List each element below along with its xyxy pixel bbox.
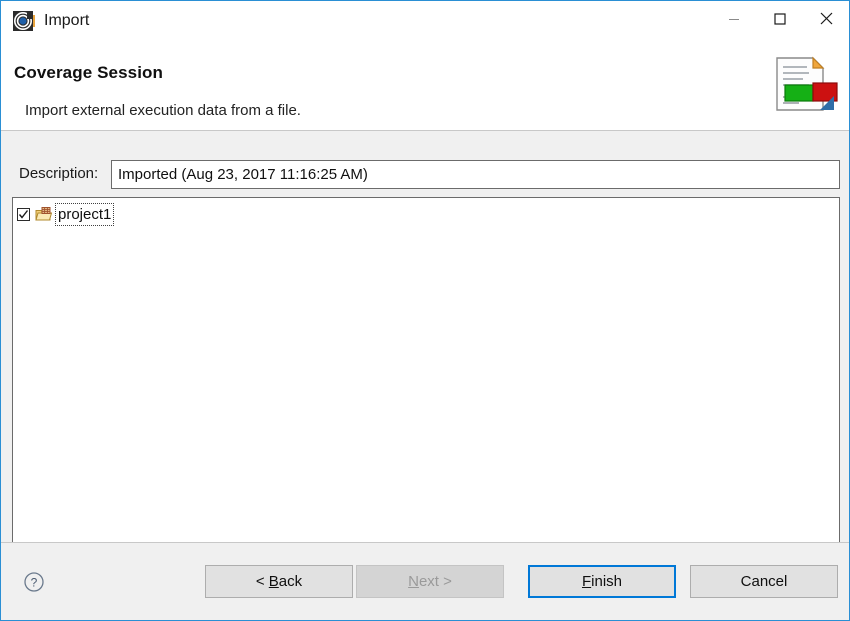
close-icon bbox=[820, 12, 833, 28]
back-label-rest: ack bbox=[279, 573, 302, 590]
page-description: Import external execution data from a fi… bbox=[25, 102, 301, 119]
back-button[interactable]: < Back bbox=[205, 565, 353, 598]
finish-label-mnemonic: F bbox=[582, 573, 591, 590]
minimize-icon bbox=[728, 13, 740, 28]
coverage-import-banner-icon bbox=[769, 52, 841, 120]
back-label-prefix: < bbox=[256, 573, 269, 590]
maximize-icon bbox=[774, 13, 786, 28]
java-project-folder-icon bbox=[35, 206, 52, 222]
description-input[interactable] bbox=[111, 160, 840, 189]
project-list[interactable]: project1 bbox=[12, 197, 840, 556]
close-button[interactable] bbox=[803, 1, 849, 39]
description-row: Description: bbox=[1, 160, 849, 190]
next-button[interactable]: Next > bbox=[356, 565, 504, 598]
help-button[interactable]: ? bbox=[23, 571, 45, 593]
title-bar: Import bbox=[1, 1, 849, 43]
list-item[interactable]: project1 bbox=[17, 203, 114, 225]
minimize-button[interactable] bbox=[711, 1, 757, 39]
cancel-button[interactable]: Cancel bbox=[690, 565, 838, 598]
wizard-footer: ? < Back Next > Finish Cancel bbox=[1, 542, 849, 620]
help-question-icon: ? bbox=[23, 581, 45, 596]
window-title: Import bbox=[44, 11, 89, 31]
list-item-label: project1 bbox=[55, 203, 114, 226]
description-label: Description: bbox=[19, 165, 98, 182]
window-controls bbox=[711, 1, 849, 39]
finish-label-rest: inish bbox=[591, 573, 622, 590]
import-wizard-window: Import bbox=[0, 0, 850, 621]
finish-button[interactable]: Finish bbox=[528, 565, 676, 598]
wizard-nav-buttons: < Back Next > Finish Cancel bbox=[205, 565, 838, 598]
next-label-rest: ext > bbox=[419, 573, 452, 590]
maximize-button[interactable] bbox=[757, 1, 803, 39]
project-checkbox[interactable] bbox=[17, 208, 30, 221]
next-label-mnemonic: N bbox=[408, 573, 419, 590]
back-label-mnemonic: B bbox=[269, 573, 279, 590]
page-title: Coverage Session bbox=[14, 63, 163, 83]
eclipse-import-icon bbox=[13, 11, 35, 33]
svg-text:?: ? bbox=[31, 576, 38, 590]
wizard-body: Description: bbox=[1, 131, 849, 542]
wizard-header: Coverage Session Import external executi… bbox=[1, 43, 849, 131]
